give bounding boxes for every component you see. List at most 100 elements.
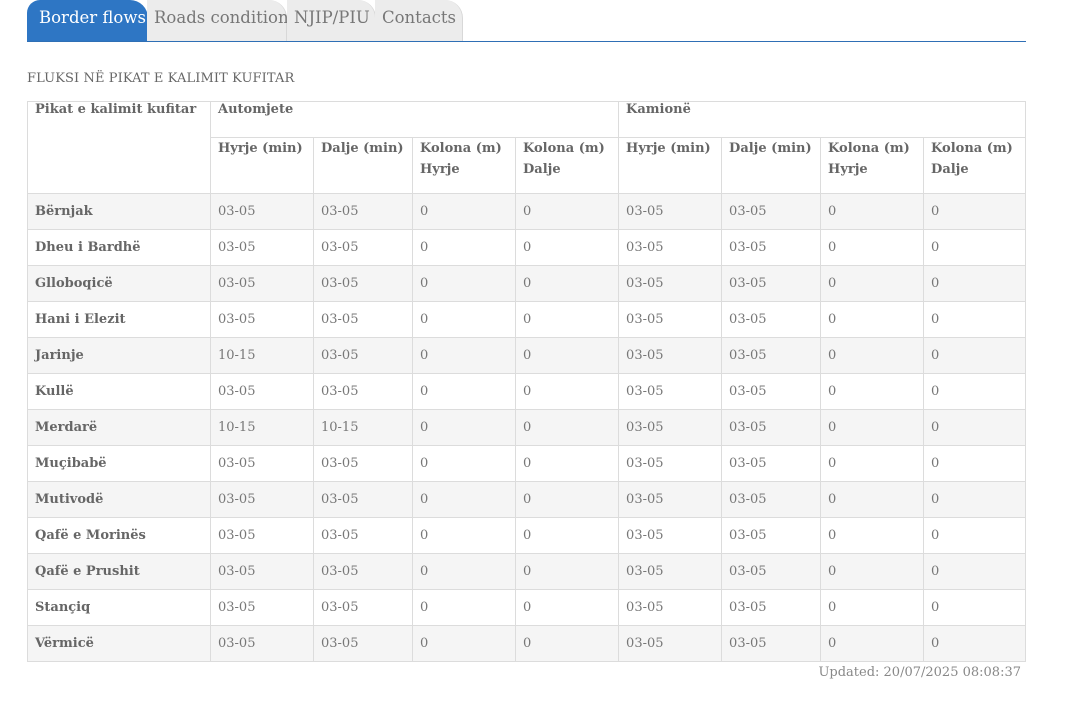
table-cell: 03-05	[618, 301, 723, 338]
table-cell: 0	[412, 409, 516, 446]
table-cell: 0	[923, 373, 1027, 410]
table-row: Vërmicë 03-05 03-05 0 0 03-05 03-05 0 0	[27, 625, 1027, 662]
table-cell: 03-05	[210, 229, 314, 266]
table-cell: 03-05	[313, 553, 413, 590]
header-cars-entry: Hyrje (min)	[210, 137, 314, 194]
header-trucks-entry: Hyrje (min)	[618, 137, 723, 194]
table-cell: 0	[514, 445, 620, 482]
table-row: Stançiq 03-05 03-05 0 0 03-05 03-05 0 0	[27, 589, 1027, 626]
table-cell: 03-05	[721, 409, 822, 446]
header-cars-queue-exit: Kolona (m) Dalje	[514, 137, 620, 194]
border-flows-table: Pikat e kalimit kufitar Automjete Kamion…	[27, 101, 1027, 662]
table-cell: 03-05	[210, 589, 314, 626]
table-row: Hani i Elezit 03-05 03-05 0 0 03-05 03-05 0 0	[27, 301, 1027, 338]
table-cell: 03-05	[721, 445, 822, 482]
crossing-point-name: Kullë	[27, 373, 211, 410]
table-cell: 0	[820, 193, 925, 230]
table-cell: 03-05	[721, 625, 822, 662]
table-cell: 0	[923, 625, 1027, 662]
table-cell: 03-05	[618, 625, 723, 662]
table-cell: 03-05	[618, 193, 723, 230]
table-cell: 03-05	[618, 481, 723, 518]
table-cell: 0	[514, 229, 620, 266]
table-cell: 0	[412, 337, 516, 374]
tab-contacts[interactable]: Contacts	[375, 0, 463, 41]
crossing-point-name: Qafë e Prushit	[27, 553, 211, 590]
table-cell: 0	[820, 445, 925, 482]
table-cell: 03-05	[721, 481, 822, 518]
crossing-point-name: Qafë e Morinës	[27, 517, 211, 554]
table-cell: 0	[923, 517, 1027, 554]
table-cell: 0	[514, 553, 620, 590]
table-cell: 03-05	[721, 229, 822, 266]
table-cell: 0	[820, 229, 925, 266]
table-cell: 03-05	[210, 481, 314, 518]
tab-bar: Border flows Roads condition NJIP/PIU Co…	[27, 0, 1026, 42]
table-cell: 03-05	[313, 193, 413, 230]
table-cell: 03-05	[210, 517, 314, 554]
table-row: Glloboqicë 03-05 03-05 0 0 03-05 03-05 0 0	[27, 265, 1027, 302]
table-cell: 0	[923, 229, 1027, 266]
table-row: Qafë e Prushit 03-05 03-05 0 0 03-05 03-05 0 0	[27, 553, 1027, 590]
table-cell: 0	[412, 301, 516, 338]
table-cell: 0	[820, 409, 925, 446]
table-cell: 03-05	[721, 589, 822, 626]
crossing-point-name: Mutivodë	[27, 481, 211, 518]
table-cell: 03-05	[618, 589, 723, 626]
tab-roads-condition[interactable]: Roads condition	[147, 0, 289, 41]
crossing-point-name: Merdarë	[27, 409, 211, 446]
table-cell: 0	[412, 625, 516, 662]
table-cell: 03-05	[210, 301, 314, 338]
header-trucks-queue-entry: Kolona (m) Hyrje	[820, 137, 925, 194]
table-cell: 0	[514, 409, 620, 446]
table-cell: 0	[923, 301, 1027, 338]
table-cell: 0	[514, 373, 620, 410]
header-group-trucks: Kamionë	[618, 101, 1027, 138]
table-row: Muçibabë 03-05 03-05 0 0 03-05 03-05 0 0	[27, 445, 1027, 482]
table-row: Merdarë 10-15 10-15 0 0 03-05 03-05 0 0	[27, 409, 1027, 446]
table-cell: 0	[412, 589, 516, 626]
tab-njip-piu[interactable]: NJIP/PIU	[287, 0, 376, 41]
table-cell: 03-05	[313, 481, 413, 518]
table-cell: 03-05	[721, 301, 822, 338]
table-cell: 03-05	[210, 625, 314, 662]
table-cell: 03-05	[210, 373, 314, 410]
table-cell: 03-05	[618, 553, 723, 590]
crossing-point-name: Vërmicë	[27, 625, 211, 662]
table-cell: 03-05	[618, 445, 723, 482]
table-cell: 0	[923, 409, 1027, 446]
header-trucks-exit: Dalje (min)	[721, 137, 822, 194]
tab-border-flows[interactable]: Border flows	[27, 0, 148, 41]
updated-timestamp: Updated: 20/07/2025 08:08:37	[818, 665, 1021, 680]
table-cell: 03-05	[721, 265, 822, 302]
table-cell: 03-05	[618, 265, 723, 302]
header-group-cars: Automjete	[209, 101, 620, 138]
table-cell: 03-05	[313, 373, 413, 410]
table-cell: 03-05	[721, 337, 822, 374]
table-cell: 03-05	[618, 373, 723, 410]
table-cell: 0	[820, 517, 925, 554]
crossing-point-name: Bërnjak	[27, 193, 211, 230]
table-cell: 03-05	[721, 373, 822, 410]
table-row: Bërnjak 03-05 03-05 0 0 03-05 03-05 0 0	[27, 193, 1027, 230]
header-cars-exit: Dalje (min)	[313, 137, 413, 194]
table-cell: 0	[923, 553, 1027, 590]
header-trucks-queue-exit: Kolona (m) Dalje	[923, 137, 1027, 194]
table-cell: 0	[514, 517, 620, 554]
header-crossing-points: Pikat e kalimit kufitar	[27, 101, 211, 194]
table-cell: 03-05	[313, 229, 413, 266]
table-cell: 10-15	[210, 337, 314, 374]
table-cell: 03-05	[210, 445, 314, 482]
table-cell: 0	[820, 625, 925, 662]
table-cell: 0	[412, 481, 516, 518]
header-cars-queue-entry: Kolona (m) Hyrje	[412, 137, 516, 194]
table-cell: 0	[514, 265, 620, 302]
table-cell: 03-05	[210, 265, 314, 302]
table-cell: 03-05	[618, 517, 723, 554]
crossing-point-name: Muçibabë	[27, 445, 211, 482]
table-cell: 03-05	[721, 193, 822, 230]
table-cell: 03-05	[313, 265, 413, 302]
section-title: FLUKSI NË PIKAT E KALIMIT KUFITAR	[27, 71, 295, 86]
table-cell: 0	[820, 589, 925, 626]
table-cell: 03-05	[313, 337, 413, 374]
